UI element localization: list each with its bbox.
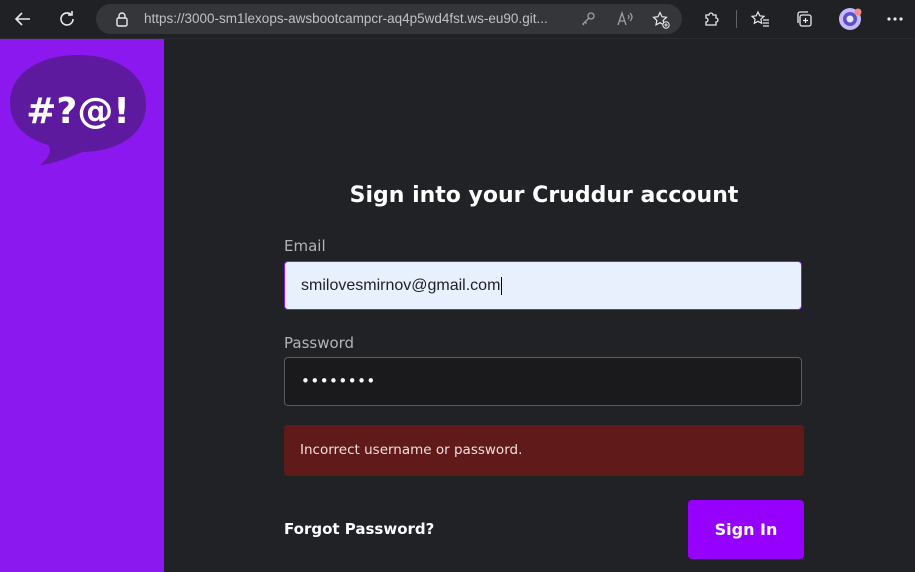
- back-icon[interactable]: [8, 4, 38, 34]
- sidebar: #?@!: [0, 39, 164, 572]
- profile-icon[interactable]: [835, 4, 865, 34]
- sign-in-button[interactable]: Sign In: [688, 500, 804, 559]
- email-label: Email: [284, 237, 326, 255]
- password-field[interactable]: ••••••••: [284, 357, 802, 406]
- browser-toolbar: https://3000-sm1lexops-awsbootcampcr-aq4…: [0, 0, 915, 39]
- address-bar[interactable]: https://3000-sm1lexops-awsbootcampcr-aq4…: [96, 4, 682, 34]
- extensions-icon[interactable]: [697, 4, 727, 34]
- email-field[interactable]: smilovesmirnov@gmail.com: [284, 261, 802, 310]
- text-caret: [501, 276, 503, 295]
- key-icon[interactable]: [580, 11, 596, 27]
- error-alert: Incorrect username or password.: [284, 425, 804, 476]
- more-icon[interactable]: [880, 4, 910, 34]
- form-title: Sign into your Cruddur account: [349, 183, 739, 208]
- logo-text: #?@!: [26, 91, 129, 132]
- error-message: Incorrect username or password.: [300, 442, 523, 458]
- url-text: https://3000-sm1lexops-awsbootcampcr-aq4…: [144, 11, 548, 26]
- main-content: Sign into your Cruddur account Email smi…: [164, 39, 915, 572]
- add-favorite-icon[interactable]: [652, 11, 670, 29]
- collections-icon[interactable]: [789, 4, 819, 34]
- toolbar-divider: [736, 10, 737, 28]
- email-value: smilovesmirnov@gmail.com: [301, 276, 503, 295]
- lock-icon[interactable]: [114, 11, 130, 27]
- read-aloud-icon[interactable]: [616, 10, 633, 27]
- favorites-icon[interactable]: [745, 4, 775, 34]
- password-label: Password: [284, 334, 355, 352]
- password-value: ••••••••: [301, 372, 376, 390]
- forgot-password-link[interactable]: Forgot Password?: [284, 520, 434, 538]
- logo[interactable]: #?@!: [8, 51, 148, 169]
- refresh-icon[interactable]: [52, 4, 82, 34]
